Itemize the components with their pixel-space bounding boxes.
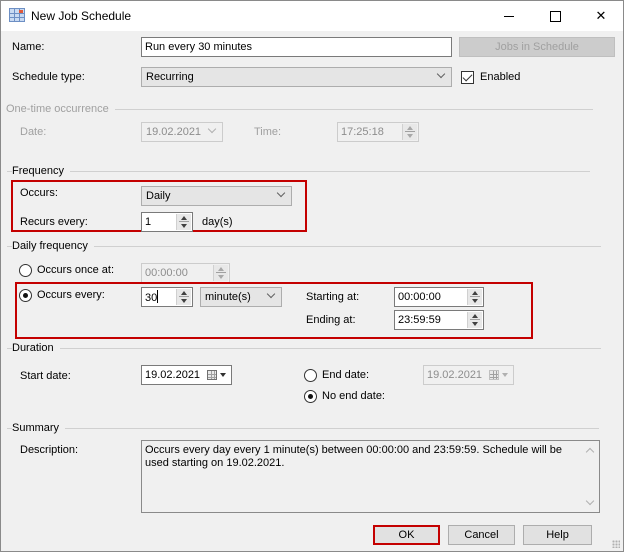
chevron-down-icon xyxy=(437,70,445,78)
new-job-schedule-dialog: New Job Schedule Name: Run every 30 minu… xyxy=(0,0,624,552)
summary-group-title: Summary xyxy=(12,422,66,434)
spinner-icon[interactable] xyxy=(467,312,482,328)
spinner-icon[interactable] xyxy=(402,124,417,140)
summary-divider xyxy=(7,428,599,429)
spinner-icon[interactable] xyxy=(213,265,228,281)
description-textbox[interactable]: Occurs every day every 1 minute(s) betwe… xyxy=(141,440,600,513)
occurs-value: Daily xyxy=(146,190,171,202)
spinner-icon[interactable] xyxy=(176,214,191,230)
ending-at-value: 23:59:59 xyxy=(398,314,441,326)
occurs-select[interactable]: Daily xyxy=(141,186,292,206)
ending-at-input[interactable]: 23:59:59 xyxy=(394,310,484,330)
frequency-divider xyxy=(7,171,590,172)
recurs-unit-label: day(s) xyxy=(202,216,233,228)
description-label: Description: xyxy=(20,444,79,456)
chevron-down-icon xyxy=(208,125,216,133)
text-caret xyxy=(157,290,159,303)
start-date-value: 19.02.2021 xyxy=(145,369,201,381)
name-input[interactable]: Run every 30 minutes xyxy=(141,37,452,57)
occurs-label: Occurs: xyxy=(20,187,58,199)
enabled-checkbox[interactable] xyxy=(461,71,474,84)
enabled-label[interactable]: Enabled xyxy=(480,71,520,83)
calendar-grid-icon xyxy=(9,8,25,22)
start-date-label: Start date: xyxy=(20,370,71,382)
jobs-in-schedule-button[interactable]: Jobs in Schedule xyxy=(459,37,615,57)
no-end-date-radio[interactable] xyxy=(304,390,317,403)
close-button[interactable] xyxy=(578,1,624,31)
one-time-time-input[interactable]: 17:25:18 xyxy=(337,122,419,142)
occurs-once-label[interactable]: Occurs once at: xyxy=(37,264,114,276)
no-end-date-label[interactable]: No end date: xyxy=(322,390,385,402)
one-time-time-value: 17:25:18 xyxy=(341,126,384,138)
recurs-every-label: Recurs every: xyxy=(20,216,88,228)
occurs-every-unit-value: minute(s) xyxy=(205,291,251,303)
calendar-icon[interactable] xyxy=(489,370,499,380)
one-time-date-picker[interactable]: 19.02.2021 xyxy=(141,122,223,142)
spinner-icon[interactable] xyxy=(176,289,191,305)
start-date-picker[interactable]: 19.02.2021 xyxy=(141,365,232,385)
occurs-every-radio[interactable] xyxy=(19,289,32,302)
maximize-button[interactable] xyxy=(532,1,578,31)
starting-at-input[interactable]: 00:00:00 xyxy=(394,287,484,307)
calendar-icon[interactable] xyxy=(207,370,217,380)
one-time-time-label: Time: xyxy=(254,126,282,138)
daily-frequency-divider xyxy=(7,246,601,247)
end-date-label[interactable]: End date: xyxy=(322,369,369,381)
occurs-every-unit-select[interactable]: minute(s) xyxy=(200,287,282,307)
description-text: Occurs every day every 1 minute(s) betwe… xyxy=(145,444,563,469)
dropdown-arrow-icon[interactable] xyxy=(502,373,508,377)
frequency-group-title: Frequency xyxy=(12,165,70,177)
chevron-down-icon xyxy=(267,290,275,298)
occurs-once-radio[interactable] xyxy=(19,264,32,277)
schedule-type-value: Recurring xyxy=(146,71,194,83)
help-button[interactable]: Help xyxy=(523,525,592,545)
recurs-every-value: 1 xyxy=(145,216,152,228)
occurs-once-input[interactable]: 00:00:00 xyxy=(141,263,230,283)
starting-at-label: Starting at: xyxy=(306,291,360,303)
occurs-every-input[interactable]: 30 xyxy=(141,287,193,307)
daily-frequency-group-title: Daily frequency xyxy=(12,240,94,252)
occurs-every-value: 30 xyxy=(145,292,158,304)
dropdown-arrow-icon[interactable] xyxy=(220,373,226,377)
schedule-type-select[interactable]: Recurring xyxy=(141,67,452,87)
occurs-once-value: 00:00:00 xyxy=(145,267,188,279)
scroll-up-icon[interactable] xyxy=(585,447,595,457)
end-date-radio[interactable] xyxy=(304,369,317,382)
one-time-group-title: One-time occurrence xyxy=(6,103,115,115)
one-time-date-label: Date: xyxy=(20,126,47,138)
resize-grip-icon[interactable] xyxy=(612,540,620,548)
one-time-date-value: 19.02.2021 xyxy=(146,126,202,138)
spinner-icon[interactable] xyxy=(467,289,482,305)
end-date-picker[interactable]: 19.02.2021 xyxy=(423,365,514,385)
minimize-button[interactable] xyxy=(486,1,532,31)
ok-button[interactable]: OK xyxy=(373,525,440,545)
end-date-value: 19.02.2021 xyxy=(427,369,483,381)
starting-at-value: 00:00:00 xyxy=(398,291,441,303)
duration-group-title: Duration xyxy=(12,342,60,354)
ending-at-label: Ending at: xyxy=(306,314,356,326)
occurs-every-label[interactable]: Occurs every: xyxy=(37,289,105,301)
chevron-down-icon xyxy=(277,189,285,197)
recurs-every-input[interactable]: 1 xyxy=(141,212,193,232)
duration-divider xyxy=(7,348,601,349)
scroll-down-icon[interactable] xyxy=(585,496,595,506)
name-label: Name: xyxy=(12,41,45,53)
title-bar: New Job Schedule xyxy=(1,1,623,31)
cancel-button[interactable]: Cancel xyxy=(448,525,515,545)
window-title: New Job Schedule xyxy=(31,9,132,23)
schedule-type-label: Schedule type: xyxy=(12,71,85,83)
